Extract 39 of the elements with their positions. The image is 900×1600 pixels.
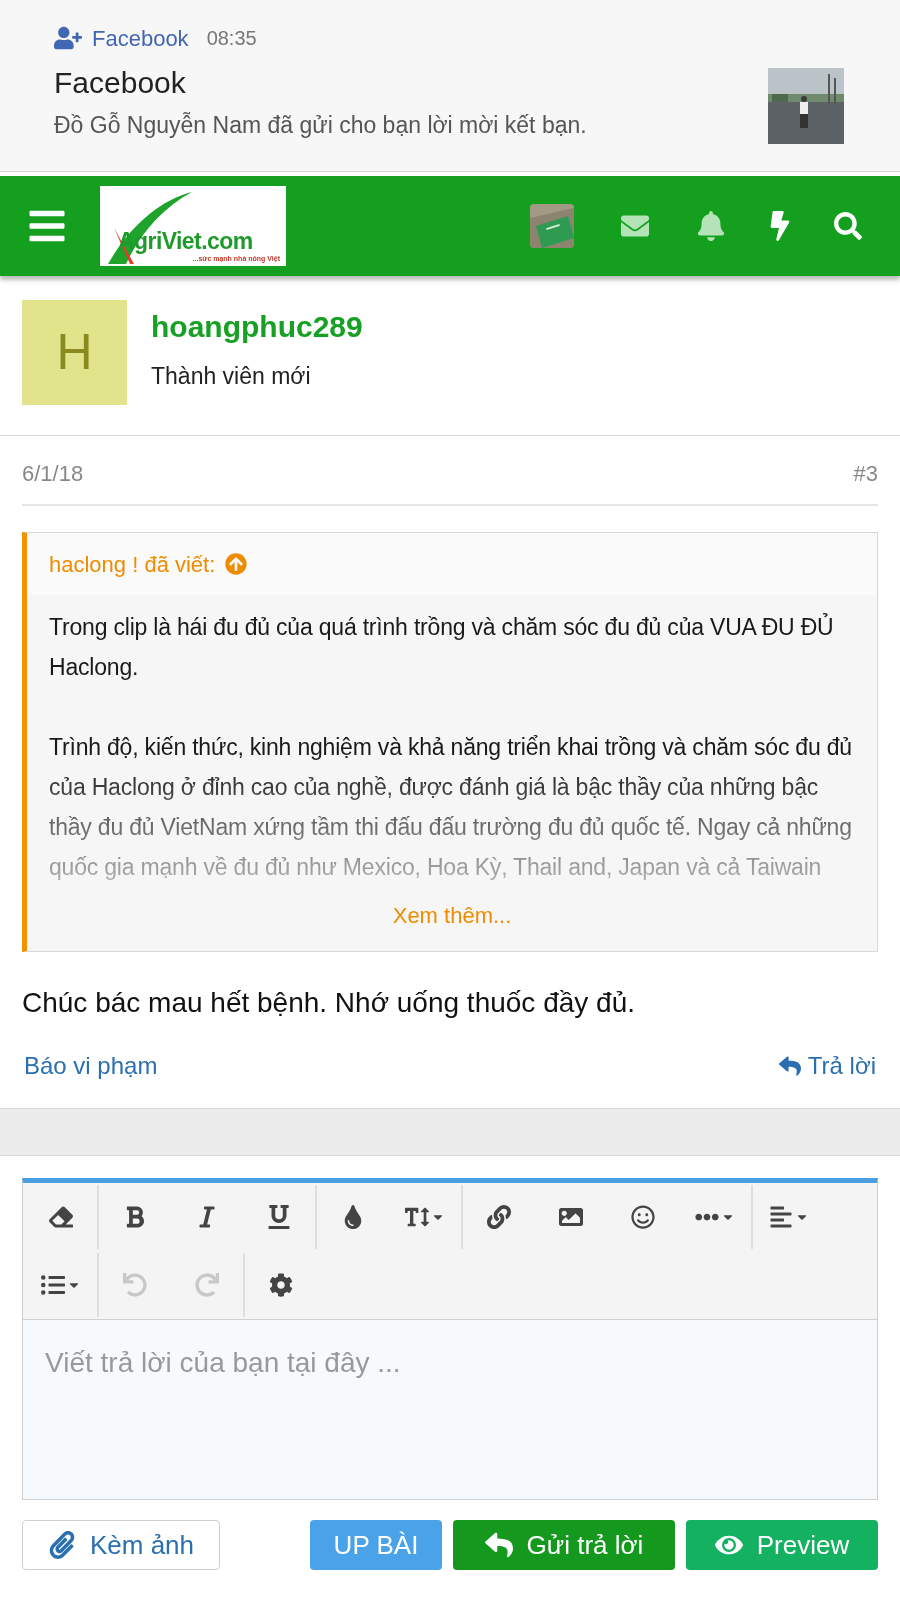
reply-icon bbox=[484, 1531, 513, 1559]
notification-time: 08:35 bbox=[206, 26, 257, 51]
reply-icon bbox=[777, 1055, 802, 1077]
quote-attribution[interactable]: haclong ! đã viết: bbox=[49, 547, 216, 581]
redo-icon bbox=[195, 1273, 219, 1297]
list-icon bbox=[41, 1273, 65, 1297]
reply-input[interactable]: Viết trả lời của bạn tại đây ... bbox=[23, 1319, 877, 1499]
smiley-icon bbox=[631, 1205, 655, 1229]
action-button[interactable]: Preview bbox=[686, 1520, 878, 1570]
user-role: Thành viên mới bbox=[151, 362, 312, 391]
underline-icon bbox=[267, 1205, 291, 1229]
post-number[interactable]: #3 bbox=[853, 456, 878, 490]
bolt-icon[interactable] bbox=[770, 211, 790, 241]
quote-paragraph: Trình độ, kiến thức, kinh nghiệm và khả năng triển khai trồng và chăm sóc đu đủ của Haclong ở đỉnh cao của nghề, được đánh giá là bậc thầy của những bậc thầy đu đủ VietNam xứng tầm thi đấu đấu trường đu đủ quốc tế. Ngay cả những quốc gia mạnh về đu đủ như Mexico, Hoa Kỳ, Thail and, Japan và cả Taiwain bbox=[49, 733, 853, 882]
user-avatar[interactable]: H bbox=[22, 300, 127, 405]
eraser-icon bbox=[49, 1205, 73, 1229]
post-body: Chúc bác mau hết bệnh. Nhớ uống thuốc đầy đủ. bbox=[21, 986, 636, 1020]
post-date: 6/1/18 bbox=[22, 459, 84, 488]
add-friend-icon bbox=[54, 26, 82, 50]
notification-title: Facebook bbox=[54, 65, 187, 101]
notification-card[interactable]: Facebook 08:35 Facebook Đồ Gỗ Nguyễn Nam đã gửi cho bạn lời mời kết bạn. bbox=[0, 0, 900, 172]
undo-icon bbox=[123, 1273, 147, 1297]
action-button[interactable]: Gửi trả lời bbox=[453, 1520, 675, 1570]
notification-message: Đồ Gỗ Nguyễn Nam đã gửi cho bạn lời mời kết bạn. bbox=[54, 111, 588, 140]
action-button[interactable]: UP BÀI bbox=[310, 1520, 442, 1570]
quote-paragraph: Trong clip là hái đu đủ của quá trình trồng và chăm sóc đu đủ của VUA ĐU ĐỦ Haclong. bbox=[49, 612, 835, 682]
search-icon[interactable] bbox=[834, 212, 862, 240]
see-more-link[interactable]: Xem thêm... bbox=[392, 899, 512, 932]
username[interactable]: hoangphuc289 bbox=[151, 304, 363, 349]
report-link[interactable]: Báo vi phạm bbox=[24, 1048, 158, 1084]
reply-link[interactable]: Trả lời bbox=[777, 1048, 876, 1084]
settings-icon bbox=[269, 1273, 293, 1297]
app-name: Facebook bbox=[92, 24, 189, 53]
attach-button[interactable]: Kèm ảnh bbox=[22, 1520, 220, 1570]
align-left-icon bbox=[769, 1205, 793, 1229]
paperclip-icon bbox=[47, 1531, 76, 1559]
text-size-icon bbox=[405, 1205, 429, 1229]
link-icon bbox=[487, 1205, 511, 1229]
image-icon bbox=[559, 1205, 583, 1229]
